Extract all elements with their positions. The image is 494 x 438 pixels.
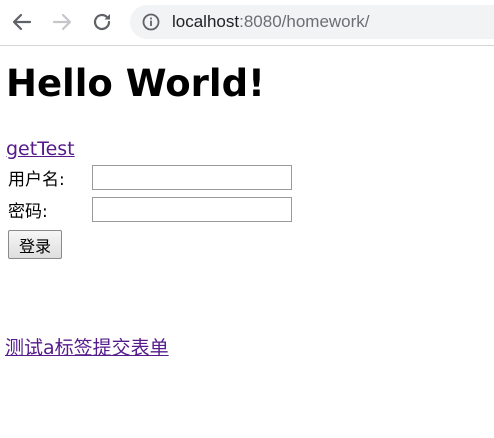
arrow-right-icon: [52, 13, 72, 31]
username-label: 用户名:: [8, 170, 65, 190]
browser-toolbar: localhost:8080/homework/: [0, 0, 494, 46]
forward-button[interactable]: [46, 6, 78, 38]
password-input[interactable]: [92, 197, 292, 222]
address-bar[interactable]: localhost:8080/homework/: [130, 5, 494, 39]
get-test-link[interactable]: getTest: [6, 137, 75, 161]
submit-form-link[interactable]: 测试a标签提交表单: [5, 336, 169, 360]
url-path: :8080/homework/: [239, 12, 370, 31]
info-icon[interactable]: [142, 13, 160, 31]
url-host: localhost: [172, 12, 240, 31]
url-text[interactable]: localhost:8080/homework/: [172, 11, 370, 33]
back-button[interactable]: [6, 6, 38, 38]
login-button[interactable]: 登录: [8, 230, 62, 259]
page-title: Hello World!: [6, 62, 265, 105]
reload-icon: [93, 13, 111, 31]
password-label: 密码:: [8, 202, 48, 222]
arrow-left-icon: [12, 13, 32, 31]
page-content: Hello World! getTest 用户名: 密码: 登录 测试a标签提交…: [0, 46, 494, 438]
reload-button[interactable]: [86, 6, 118, 38]
username-input[interactable]: [92, 165, 292, 190]
